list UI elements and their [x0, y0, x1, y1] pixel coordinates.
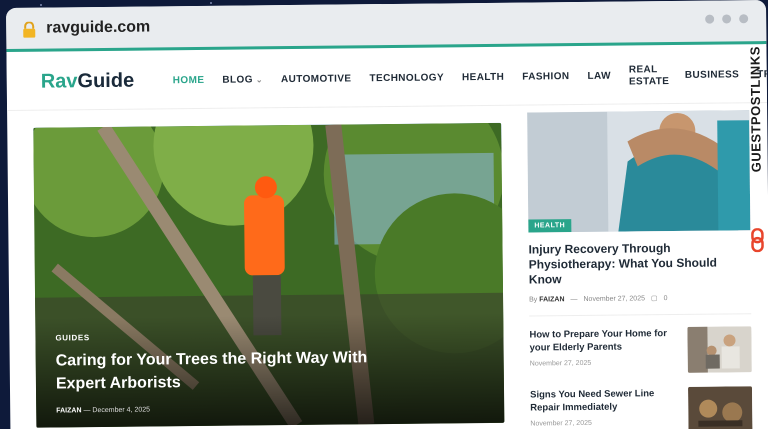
list-item-thumbnail[interactable] [687, 326, 752, 373]
meta-separator: — [83, 407, 93, 415]
list-item-thumbnail[interactable] [688, 386, 753, 429]
featured-date: November 27, 2025 [583, 294, 646, 303]
menu-item-automotive[interactable]: AUTOMOTIVE [272, 73, 361, 86]
window-dot[interactable] [705, 14, 715, 24]
menu-label: BLOG [222, 74, 253, 86]
window-controls [705, 14, 749, 24]
watermark-badge: GUESTPOSTLINKS [744, 36, 768, 253]
window-dot[interactable] [722, 14, 732, 24]
menu-item-law[interactable]: LAW [578, 71, 620, 83]
hero-category[interactable]: GUIDES [55, 333, 89, 342]
featured-title[interactable]: Injury Recovery Through Physiotherapy: W… [528, 240, 752, 287]
list-item-date: November 27, 2025 [530, 419, 592, 428]
list-item[interactable]: How to Prepare Your Home for your Elderl… [529, 326, 752, 374]
site-logo[interactable]: RavGuide [41, 70, 135, 94]
menu-label: HEALTH [461, 71, 505, 84]
featured-meta: By FAIZAN — November 27, 2025 ▢ 0 [529, 293, 759, 303]
lock-icon [23, 21, 36, 38]
menu-item-health[interactable]: HEALTH [453, 72, 513, 85]
featured-tag[interactable]: HEALTH [528, 219, 572, 233]
star [210, 2, 212, 4]
menu-item-blog[interactable]: BLOG ⌄ [213, 74, 272, 87]
list-item-title[interactable]: How to Prepare Your Home for your Elderl… [529, 327, 679, 355]
logo-part1: Rav [40, 70, 78, 93]
window-dot[interactable] [739, 14, 749, 24]
logo-part2: Guide [77, 69, 135, 93]
main-menu: HOME BLOG ⌄ AUTOMOTIVE TECHNOLOGY HEALTH … [163, 47, 768, 110]
menu-item-technology[interactable]: TECHNOLOGY [360, 72, 453, 85]
menu-label: HOME [172, 74, 205, 87]
by-label: By [529, 295, 538, 304]
meta-separator: — [570, 295, 578, 303]
url-text[interactable]: ravguide.com [46, 18, 150, 37]
sidebar: HEALTH Injury Recovery Through Physiothe… [527, 110, 761, 429]
menu-item-fashion[interactable]: FASHION [513, 71, 578, 84]
comment-icon: ▢ [650, 295, 658, 303]
featured-author[interactable]: FAIZAN [539, 296, 564, 303]
hero-author[interactable]: FAIZAN [56, 407, 81, 414]
comment-count[interactable]: 0 [664, 295, 668, 302]
divider [529, 313, 752, 317]
menu-label: AUTOMOTIVE [280, 73, 352, 86]
site-header: RavGuide HOME BLOG ⌄ AUTOMOTIVE TECHNOLOG… [6, 47, 768, 111]
menu-item-business[interactable]: BUSINESS [676, 69, 748, 82]
menu-label: TECHNOLOGY [369, 72, 445, 85]
menu-label: LAW [587, 70, 611, 82]
featured-image[interactable]: HEALTH [527, 110, 751, 233]
menu-item-home[interactable]: HOME [164, 75, 214, 88]
watermark-text: GUESTPOSTLINKS [747, 46, 764, 173]
physio-image [527, 110, 751, 233]
list-item-date: November 27, 2025 [529, 359, 592, 368]
menu-label: FASHION [522, 71, 570, 83]
hero-title[interactable]: Caring for Your Trees the Right Way With… [56, 346, 416, 396]
star [40, 4, 42, 6]
hero-date: December 4, 2025 [92, 406, 151, 415]
hero-article[interactable]: GUIDES Caring for Your Trees the Right W… [33, 122, 505, 428]
menu-label: BUSINESS [684, 69, 740, 81]
browser-window: ravguide.com RavGuide HOME BLOG ⌄ AUTOMOT… [6, 0, 768, 429]
link-icon [751, 228, 764, 253]
list-item[interactable]: Signs You Need Sewer Line Repair Immedia… [530, 386, 753, 429]
menu-item-real-estate[interactable]: REAL ESTATE [620, 64, 676, 89]
menu-label: REAL ESTATE [628, 64, 670, 88]
list-item-title[interactable]: Signs You Need Sewer Line Repair Immedia… [530, 387, 680, 415]
browser-address-bar: ravguide.com [6, 0, 767, 52]
chevron-down-icon: ⌄ [255, 75, 264, 85]
hero-meta: FAIZAN — December 4, 2025 [56, 407, 150, 415]
